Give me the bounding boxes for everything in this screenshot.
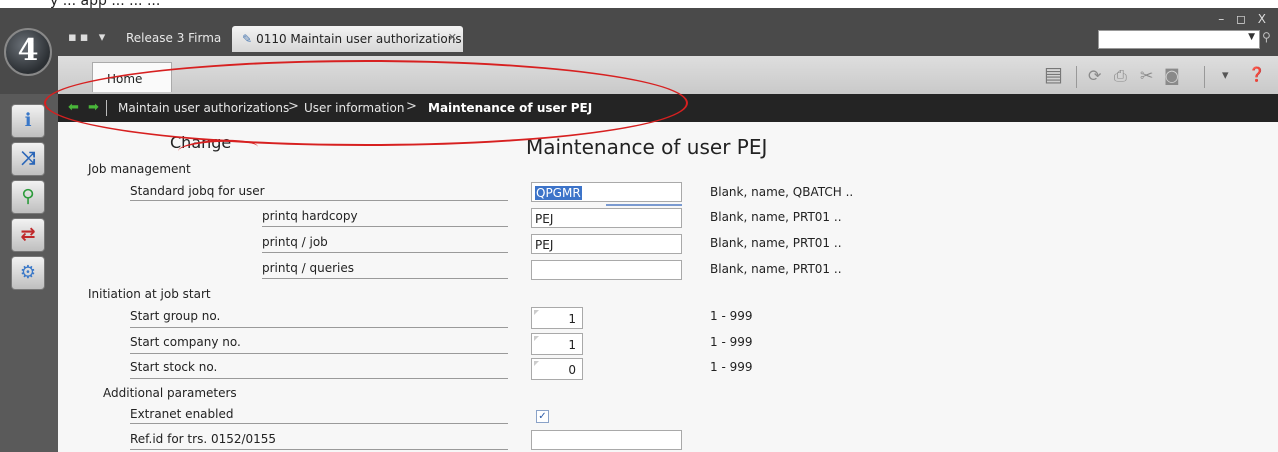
pencil-icon: ✎	[242, 32, 253, 46]
close-icon[interactable]: ✕	[448, 31, 457, 44]
breadcrumb-divider	[106, 100, 107, 116]
field-underline	[130, 327, 508, 328]
start-stock-label: Start stock no.	[130, 360, 218, 374]
chevron-down-icon[interactable]: ▼	[1248, 32, 1255, 42]
mode-label: Change	[170, 133, 232, 152]
extranet-label: Extranet enabled	[130, 407, 234, 421]
breadcrumb-separator: >	[288, 99, 299, 114]
search-icon[interactable]: ⚲	[11, 180, 45, 214]
ref-id-label: Ref.id for trs. 0152/0155	[130, 432, 277, 446]
start-company-label: Start company no.	[130, 335, 241, 349]
shuffle-icon[interactable]: ⤨	[11, 142, 45, 176]
search-icon[interactable]: ⚲	[1262, 30, 1271, 44]
app-logo[interactable]: 4	[4, 28, 52, 76]
standard-jobq-value: QPGMR	[535, 186, 582, 200]
field-underline	[262, 252, 508, 253]
printq-hardcopy-input[interactable]: PEJ	[531, 208, 682, 228]
printq-queries-input[interactable]	[531, 260, 682, 280]
chevron-down-icon[interactable]: ▾	[1222, 68, 1229, 83]
ribbon-divider	[1204, 66, 1205, 88]
tab-maintain-user-authorizations[interactable]: ✎ 0110 Maintain user authorizations ✕	[232, 26, 463, 52]
section-initiation: Initiation at job start	[88, 287, 211, 301]
refresh-icon[interactable]: ⟳	[1088, 66, 1101, 85]
start-group-hint: 1 - 999	[710, 309, 753, 323]
section-additional: Additional parameters	[103, 386, 237, 400]
start-group-input[interactable]: 1	[531, 307, 583, 329]
standard-jobq-input[interactable]: QPGMR	[531, 182, 682, 202]
breadcrumb-current: Maintenance of user PEJ	[428, 101, 593, 115]
window-controls[interactable]: – ◻ X	[1218, 12, 1270, 26]
breadcrumb-item[interactable]: Maintain user authorizations	[118, 101, 289, 115]
standard-jobq-label: Standard jobq for user	[130, 184, 265, 198]
breadcrumb-separator: >	[406, 99, 417, 114]
field-underline	[262, 226, 508, 227]
back-arrow-icon[interactable]: ⬅	[68, 100, 79, 115]
start-stock-hint: 1 - 999	[710, 360, 753, 374]
help-icon[interactable]: ❓	[1248, 67, 1265, 83]
window-icon[interactable]: ◙	[1164, 66, 1180, 85]
ribbon: Home ▤ ⟳ ⎙ ✂ ◙ ▾ ❓	[58, 56, 1278, 94]
start-stock-input[interactable]: 0	[531, 358, 583, 380]
breadcrumb-item[interactable]: User information	[304, 101, 404, 115]
convert-icon[interactable]: ⇄	[11, 218, 45, 252]
tab-label: 0110 Maintain user authorizations	[256, 32, 462, 46]
printq-job-label: printq / job	[262, 235, 328, 249]
top-strip: y ... app ... ... ...	[0, 0, 1278, 9]
extranet-checkbox[interactable]: ✓	[536, 410, 549, 423]
search-input[interactable]: ▼	[1098, 30, 1260, 49]
printq-queries-label: printq / queries	[262, 261, 354, 275]
field-underline	[130, 353, 508, 354]
field-underline	[130, 378, 508, 379]
ribbon-divider	[1076, 66, 1077, 88]
start-group-label: Start group no.	[130, 309, 221, 323]
field-underline	[130, 449, 508, 450]
print-icon[interactable]: ⎙	[1114, 66, 1127, 86]
note-icon[interactable]: ▤	[1044, 62, 1063, 86]
release-label[interactable]: Release 3 Firma	[126, 31, 221, 45]
standard-jobq-hint: Blank, name, QBATCH ..	[710, 185, 854, 199]
start-company-hint: 1 - 999	[710, 335, 753, 349]
ref-id-input[interactable]	[531, 430, 682, 450]
section-job-management: Job management	[88, 162, 191, 176]
forward-arrow-icon[interactable]: ➡	[88, 100, 99, 115]
info-icon[interactable]: ℹ	[11, 104, 45, 138]
tab-home[interactable]: Home	[92, 62, 172, 92]
cut-icon[interactable]: ✂	[1140, 66, 1153, 85]
field-underline	[262, 278, 508, 279]
settings-icon[interactable]: ⚙	[11, 256, 45, 290]
printq-hardcopy-hint: Blank, name, PRT01 ..	[710, 210, 842, 224]
breadcrumb: ⬅ ➡ Maintain user authorizations > User …	[58, 94, 1278, 122]
printq-job-input[interactable]: PEJ	[531, 234, 682, 254]
sidebar: ℹ ⤨ ⚲ ⇄ ⚙	[0, 94, 58, 452]
page-title: Maintenance of user PEJ	[526, 135, 768, 159]
printq-hardcopy-label: printq hardcopy	[262, 209, 358, 223]
form-area	[58, 122, 1278, 452]
printq-queries-hint: Blank, name, PRT01 ..	[710, 262, 842, 276]
field-underline	[130, 423, 508, 424]
field-underline	[130, 200, 508, 201]
start-company-input[interactable]: 1	[531, 333, 583, 355]
printq-job-hint: Blank, name, PRT01 ..	[710, 236, 842, 250]
grid-menu-icon[interactable]: ▪▪ ▾	[68, 30, 108, 45]
focus-indicator	[606, 204, 682, 206]
